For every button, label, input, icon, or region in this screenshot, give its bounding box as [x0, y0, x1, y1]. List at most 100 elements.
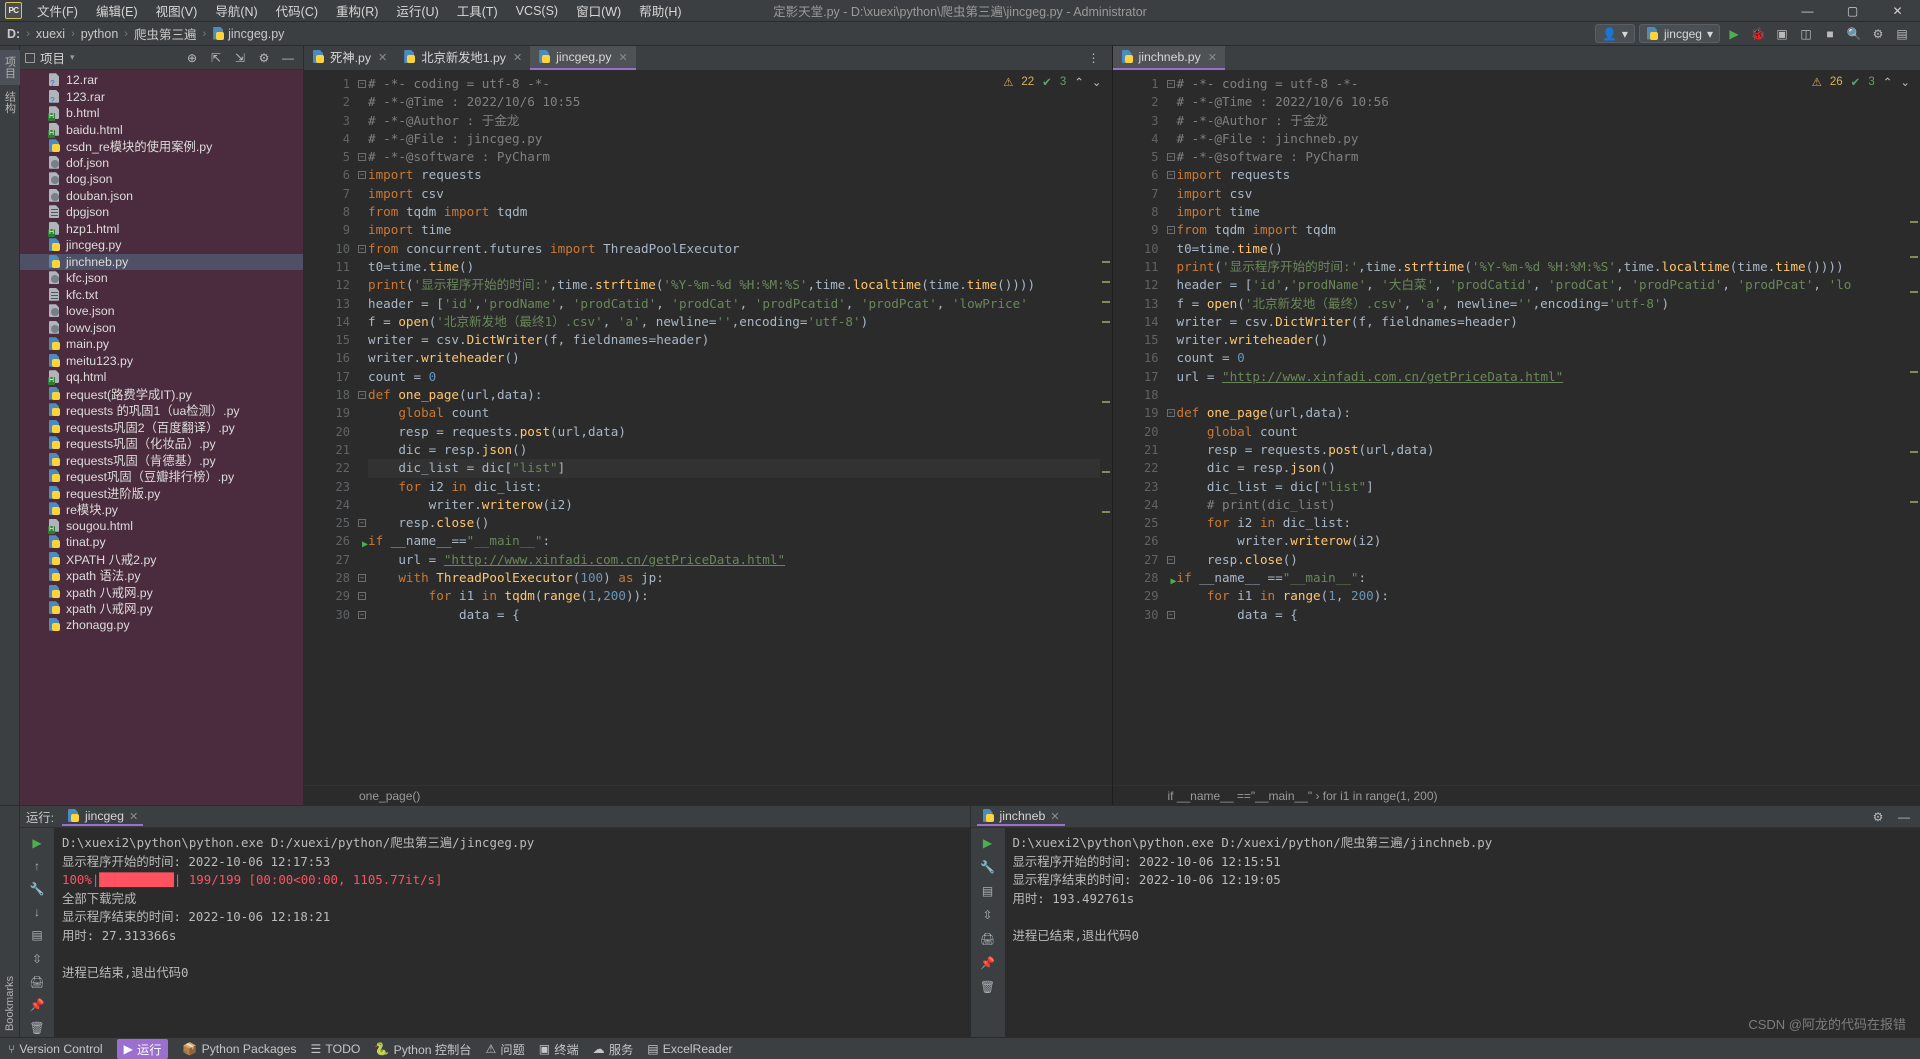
chevron-down-icon[interactable]: ⌄: [1900, 75, 1910, 89]
inspection-widget-right[interactable]: ⚠ 26 ✔ 3 ⌃ ⌄: [1812, 75, 1910, 89]
chevron-up-icon[interactable]: ⌃: [1883, 75, 1893, 89]
chevron-down-icon[interactable]: ▾: [70, 52, 75, 63]
close-icon[interactable]: ✕: [129, 810, 138, 823]
line-number[interactable]: 27: [304, 551, 356, 569]
status-python-console[interactable]: 🐍 Python 控制台: [374, 1040, 471, 1058]
sidebar-item-project[interactable]: 项目: [0, 50, 20, 85]
soft-wrap-icon[interactable]: ▤: [28, 927, 46, 944]
tree-item[interactable]: requests 的巩固1（ua检测）.py: [20, 402, 303, 419]
code-line[interactable]: data = {: [1177, 606, 1920, 624]
code-line[interactable]: count = 0: [1177, 349, 1920, 367]
code-line[interactable]: import csv: [1177, 185, 1920, 203]
run-tab-jinchneb[interactable]: jinchneb ✕: [976, 807, 1065, 826]
line-number[interactable]: 3: [304, 112, 356, 130]
code-line[interactable]: # -*-@software : PyCharm: [1177, 148, 1920, 166]
profiler-button[interactable]: ◫: [1796, 24, 1816, 44]
tree-item[interactable]: b.html: [20, 105, 303, 122]
code-line[interactable]: print('显示程序开始的时间:',time.strftime('%Y-%m-…: [368, 276, 1112, 294]
minimize-button[interactable]: —: [1785, 0, 1830, 22]
code-line[interactable]: writer.writerow(i2): [1177, 532, 1920, 550]
code-line[interactable]: url = "http://www.xinfadi.com.cn/getPric…: [1177, 368, 1920, 386]
line-number[interactable]: 17: [1113, 368, 1165, 386]
project-file-tree[interactable]: 12.rar123.rar b.htmlbaidu.html csdn_re模块的使…: [20, 70, 303, 805]
menu-vcs[interactable]: VCS(S): [507, 2, 567, 20]
code-line[interactable]: # -*-@Time : 2022/10/6 10:55: [368, 93, 1112, 111]
code-line[interactable]: t0=time.time(): [1177, 240, 1920, 258]
tree-item[interactable]: hzp1.html: [20, 221, 303, 238]
line-number[interactable]: 25: [1113, 514, 1165, 532]
code-line[interactable]: url = "http://www.xinfadi.com.cn/getPric…: [368, 551, 1112, 569]
line-number[interactable]: 17: [304, 368, 356, 386]
tree-item[interactable]: dpgjson: [20, 204, 303, 221]
line-number[interactable]: 28−: [304, 569, 366, 587]
status-services[interactable]: ☁ 服务: [593, 1040, 634, 1058]
editor-tab-jinchneb[interactable]: jinchneb.py ✕: [1112, 46, 1225, 70]
line-number[interactable]: 15: [304, 331, 356, 349]
line-number[interactable]: 20: [1113, 423, 1165, 441]
scroll-up-icon[interactable]: ↑: [28, 857, 46, 874]
editor-tab-sishen[interactable]: 死神.py ✕: [304, 46, 395, 70]
editor-breadcrumb-left[interactable]: one_page(): [304, 785, 1112, 805]
soft-wrap-icon[interactable]: ▤: [979, 882, 997, 900]
console-output-right[interactable]: D:\xuexi2\python\python.exe D:/xuexi/pyt…: [1004, 828, 1920, 1037]
line-number[interactable]: 29: [1113, 587, 1165, 605]
profile-selector[interactable]: 👤 ▾: [1594, 24, 1635, 43]
line-number[interactable]: 16: [304, 349, 356, 367]
code-line[interactable]: if __name__=="__main__":: [368, 532, 1112, 550]
code-line[interactable]: writer = csv.DictWriter(f, fieldnames=he…: [368, 331, 1112, 349]
code-line[interactable]: # print(dic_list): [1177, 496, 1920, 514]
line-number[interactable]: 10−: [304, 240, 366, 258]
code-line[interactable]: dic = resp.json(): [368, 441, 1112, 459]
code-line[interactable]: import time: [368, 221, 1112, 239]
line-number[interactable]: 4: [304, 130, 356, 148]
scroll-to-end-icon[interactable]: ⇳: [979, 906, 997, 924]
line-number[interactable]: 23: [304, 478, 356, 496]
tree-item[interactable]: sougou.html: [20, 518, 303, 535]
tree-item[interactable]: csdn_re模块的使用案例.py: [20, 138, 303, 155]
editor-tab-jincgeg[interactable]: jincgeg.py ✕: [530, 46, 636, 70]
line-number[interactable]: 26: [1113, 532, 1165, 550]
pin-icon[interactable]: 📌: [979, 954, 997, 972]
tree-item[interactable]: XPATH 八戒2.py: [20, 551, 303, 568]
tree-item[interactable]: dog.json: [20, 171, 303, 188]
code-line[interactable]: f = open('北京新发地（最终）.csv', 'a', newline='…: [1177, 295, 1920, 313]
maximize-button[interactable]: ▢: [1830, 0, 1875, 22]
code-line[interactable]: header = ['id','prodName', 'prodCatid', …: [368, 295, 1112, 313]
tree-item[interactable]: douban.json: [20, 188, 303, 205]
tree-item[interactable]: qq.html: [20, 369, 303, 386]
debug-button[interactable]: 🐞: [1748, 24, 1768, 44]
tree-item[interactable]: jincgeg.py: [20, 237, 303, 254]
source-code-left[interactable]: # -*- coding = utf-8 -*- # -*-@Time : 202…: [356, 71, 1112, 785]
menu-help[interactable]: 帮助(H): [630, 0, 690, 22]
code-line[interactable]: for i2 in dic_list:: [368, 478, 1112, 496]
code-line[interactable]: t0=time.time(): [368, 258, 1112, 276]
code-line[interactable]: count = 0: [368, 368, 1112, 386]
line-number[interactable]: 2: [304, 93, 356, 111]
line-number[interactable]: 1−: [1113, 75, 1175, 93]
code-line[interactable]: dic_list = dic["list"]: [368, 459, 1112, 478]
tree-item[interactable]: dof.json: [20, 155, 303, 172]
line-number[interactable]: 27−: [1113, 551, 1175, 569]
breadcrumb-file[interactable]: jincgeg.py: [209, 26, 287, 42]
status-python-packages[interactable]: 📦 Python Packages: [182, 1042, 296, 1056]
line-number[interactable]: 18−: [304, 386, 366, 404]
code-line[interactable]: # -*-@File : jincgeg.py: [368, 130, 1112, 148]
run-configuration-selector[interactable]: jincgeg ▾: [1638, 24, 1720, 43]
menu-window[interactable]: 窗口(W): [567, 0, 630, 22]
line-number[interactable]: 13: [1113, 295, 1165, 313]
code-line[interactable]: from tqdm import tqdm: [368, 203, 1112, 221]
line-number[interactable]: 3: [1113, 112, 1165, 130]
close-icon[interactable]: ✕: [1208, 51, 1217, 64]
status-version-control[interactable]: ⑂ Version Control: [8, 1042, 103, 1056]
line-number[interactable]: 29−: [304, 587, 366, 605]
tree-item[interactable]: xpath 八戒网.py: [20, 600, 303, 617]
tree-item[interactable]: xpath 语法.py: [20, 567, 303, 584]
code-line[interactable]: # -*-@Time : 2022/10/6 10:56: [1177, 93, 1920, 111]
tree-item[interactable]: lowv.json: [20, 320, 303, 337]
status-todo[interactable]: ☰ TODO: [310, 1042, 360, 1056]
code-line[interactable]: resp = requests.post(url,data): [1177, 441, 1920, 459]
tree-item[interactable]: requests巩固2（百度翻译）.py: [20, 419, 303, 436]
menu-run[interactable]: 运行(U): [387, 0, 447, 22]
scroll-to-end-icon[interactable]: ⇳: [28, 950, 46, 967]
code-line[interactable]: writer.writeheader(): [1177, 331, 1920, 349]
